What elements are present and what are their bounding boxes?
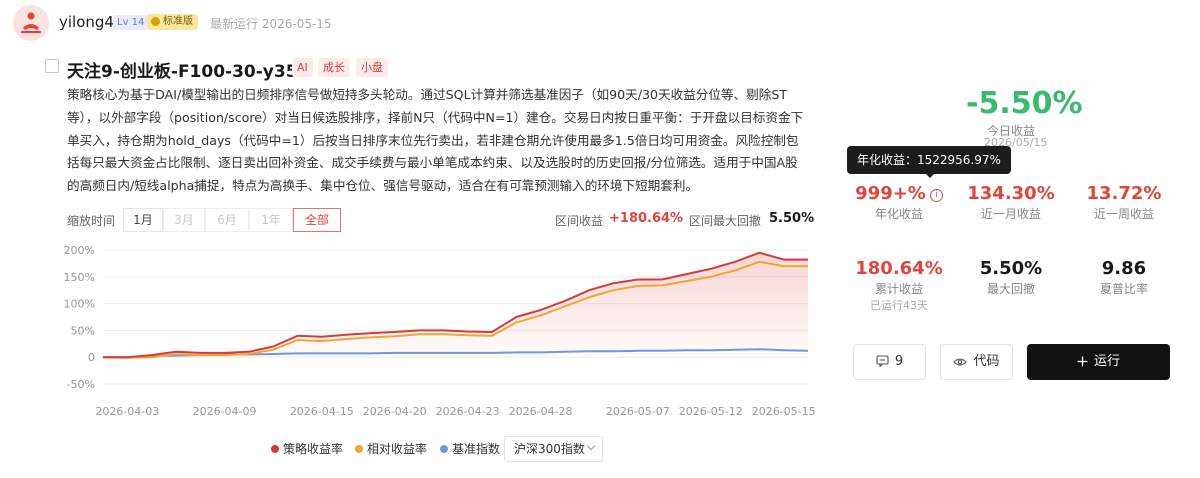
x-tick-label: 2026-04-28 <box>509 405 573 418</box>
run-days: 已运行43天 <box>870 299 928 312</box>
max-drawdown-value: 5.50% <box>979 258 1043 279</box>
level-badge: Lv 14 <box>113 15 149 30</box>
select-checkbox[interactable] <box>45 59 59 73</box>
x-tick-label: 2026-04-03 <box>95 405 159 418</box>
x-tick-label: 2026-04-23 <box>436 405 500 418</box>
stat-sharpe-ratio: 9.86 夏普比率 <box>1069 258 1179 297</box>
zoom-1m-button[interactable]: 1月 <box>123 208 163 232</box>
zoom-label: 缩放时间 <box>67 214 116 228</box>
x-tick-label: 2026-04-20 <box>363 405 427 418</box>
legend-benchmark-dot <box>440 445 448 453</box>
today-return-value: -5.50% <box>966 86 1083 121</box>
sharpe-value: 9.86 <box>1101 258 1147 279</box>
tag-growth: 成长 <box>318 58 350 77</box>
plus-icon <box>1077 356 1088 367</box>
sharpe-label: 夏普比率 <box>1099 282 1148 296</box>
legend-relative-dot <box>355 445 363 453</box>
legend-strategy-label: 策略收益率 <box>283 442 344 456</box>
cumulative-return-label: 累计收益 <box>874 282 923 296</box>
tag-small-cap: 小盘 <box>356 58 388 77</box>
plan-badge: 标准版 <box>147 14 198 30</box>
crown-icon <box>151 17 160 26</box>
legend-relative-label: 相对收益率 <box>367 442 428 456</box>
zoom-all-button[interactable]: 全部 <box>293 208 341 232</box>
cumulative-return-value: 180.64% <box>855 258 943 279</box>
strategy-description: 策略核心为基于DAI/模型输出的日频排序信号做短持多头轮动。通过SQL计算并筛选… <box>67 87 804 194</box>
benchmark-index-select[interactable]: 沪深300指数 <box>504 436 603 462</box>
comment-count: 9 <box>894 354 904 369</box>
y-tick-label: 200% <box>64 244 95 257</box>
info-icon[interactable]: i <box>929 189 943 202</box>
range-drawdown-label: 区间最大回撤 <box>689 214 762 228</box>
meditation-figure-icon <box>20 12 42 34</box>
y-tick-label: 50% <box>71 324 95 337</box>
x-tick-label: 2026-05-07 <box>606 405 670 418</box>
range-return-label: 区间收益 <box>555 214 604 228</box>
stat-week-return: 13.72% 近一周收益 <box>1069 183 1179 222</box>
plan-badge-label: 标准版 <box>163 16 193 27</box>
run-button[interactable]: 运行 <box>1027 344 1170 380</box>
comment-icon <box>876 355 889 367</box>
last-run-time: 最新运行 2026-05-15 <box>210 17 332 31</box>
run-button-label: 运行 <box>1093 354 1120 369</box>
avatar[interactable] <box>13 5 49 41</box>
x-tick-label: 2026-05-15 <box>752 405 816 418</box>
comment-button[interactable]: 9 <box>853 344 926 380</box>
annual-return-value: 999+% <box>855 183 926 204</box>
range-drawdown-value: 5.50% <box>769 211 815 226</box>
tag-ai: AI <box>292 58 313 77</box>
y-tick-label: 0 <box>88 351 95 364</box>
benchmark-index-value: 沪深300指数 <box>514 442 585 456</box>
annual-return-tooltip: 年化收益：1522956.97% <box>847 146 1011 178</box>
legend-strategy-dot <box>271 445 279 453</box>
month-return-label: 近一月收益 <box>980 207 1041 221</box>
stat-annual-return: 999+% i 年化收益 <box>844 183 954 222</box>
stat-month-return: 134.30% 近一月收益 <box>956 183 1066 222</box>
zoom-3m-button[interactable]: 3月 <box>163 208 205 232</box>
max-drawdown-label: 最大回撤 <box>986 282 1035 296</box>
eye-icon <box>953 358 968 366</box>
x-tick-label: 2026-04-15 <box>290 405 354 418</box>
legend-strategy[interactable]: 策略收益率 <box>271 440 343 458</box>
range-return-value: +180.64% <box>609 211 684 226</box>
week-return-value: 13.72% <box>1086 183 1162 204</box>
x-tick-label: 2026-04-09 <box>193 405 257 418</box>
chevron-down-icon <box>586 441 596 451</box>
legend-relative[interactable]: 相对收益率 <box>355 440 427 458</box>
zoom-1y-button[interactable]: 1年 <box>249 208 293 232</box>
annual-return-label: 年化收益 <box>874 207 923 221</box>
zoom-6m-button[interactable]: 6月 <box>205 208 249 232</box>
returns-chart[interactable]: -50% 0 50% 100% 150% 200% 2026-04-03 2026-04-09… <box>0 236 820 426</box>
y-tick-label: -50% <box>67 378 95 391</box>
legend-benchmark[interactable]: 基准指数 <box>440 440 500 458</box>
y-tick-label: 100% <box>64 298 95 311</box>
strategy-area <box>103 252 808 358</box>
stat-cumulative-return: 180.64% 累计收益 已运行43天 <box>844 258 954 313</box>
strategy-title[interactable]: 天注9-创业板-F100-30-y35* <box>67 57 306 82</box>
legend-benchmark-label: 基准指数 <box>452 442 501 456</box>
week-return-label: 近一周收益 <box>1093 207 1154 221</box>
code-button[interactable]: 代码 <box>940 344 1013 380</box>
stat-max-drawdown: 5.50% 最大回撤 <box>956 258 1066 297</box>
month-return-value: 134.30% <box>967 183 1055 204</box>
y-tick-label: 150% <box>64 271 95 284</box>
x-tick-label: 2026-05-12 <box>679 405 743 418</box>
code-button-label: 代码 <box>973 354 1000 369</box>
